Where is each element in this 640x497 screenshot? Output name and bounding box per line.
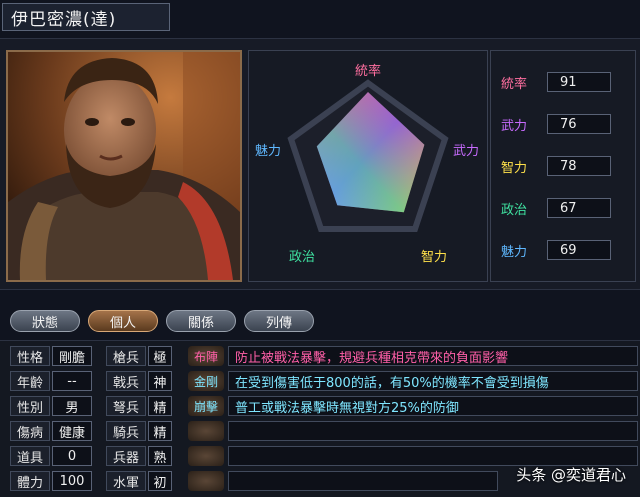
attr-value: 剛膽 <box>52 346 92 366</box>
attr-value: 健康 <box>52 421 92 441</box>
tab-relations[interactable]: 關係 <box>166 310 236 332</box>
attr-value: 100 <box>52 471 92 491</box>
radar-chart-panel: 統率 武力 智力 政治 魅力 <box>248 50 488 282</box>
skill-description-empty <box>228 446 638 466</box>
troop-label: 戟兵 <box>106 371 146 391</box>
officer-name-title: 伊巴密濃(達) <box>2 3 170 31</box>
skill-tag[interactable]: 金剛 <box>188 371 224 391</box>
stat-label-charisma: 魅力 <box>501 244 528 260</box>
troop-rank: 神 <box>148 371 172 391</box>
officer-name: 伊巴密濃(達) <box>11 9 117 30</box>
skill-tag-empty <box>188 446 224 466</box>
stat-value-command: 91 <box>547 72 611 92</box>
troop-label: 水軍 <box>106 471 146 491</box>
troop-label: 騎兵 <box>106 421 146 441</box>
tab-status[interactable]: 狀態 <box>10 310 80 332</box>
troop-rank: 極 <box>148 346 172 366</box>
stat-value-intellect: 78 <box>547 156 611 176</box>
skill-tag[interactable]: 崩擊 <box>188 396 224 416</box>
radar-label-bottom-right: 智力 <box>421 250 447 265</box>
skill-description: 普工或戰法暴擊時無視對方25%的防御 <box>228 396 638 416</box>
stat-row-intellect: 智力 78 <box>501 155 629 177</box>
attr-value: 0 <box>52 446 92 466</box>
troop-rank: 精 <box>148 396 172 416</box>
troop-label: 槍兵 <box>106 346 146 366</box>
skill-description-empty <box>228 471 498 491</box>
officer-portrait <box>6 50 242 282</box>
stats-panel: 統率 91 武力 76 智力 78 政治 67 魅力 69 <box>490 50 636 282</box>
stat-row-command: 統率 91 <box>501 71 629 93</box>
tab-personal[interactable]: 個人 <box>88 310 158 332</box>
skill-tag-empty <box>188 421 224 441</box>
radar-label-top: 統率 <box>355 63 381 79</box>
skill-description-empty <box>228 421 638 441</box>
skill-tag-empty <box>188 471 224 491</box>
skill-tag[interactable]: 布陣 <box>188 346 224 366</box>
attr-label: 性格 <box>10 346 50 366</box>
attr-value: -- <box>52 371 92 391</box>
attr-label: 性別 <box>10 396 50 416</box>
stat-label-war: 武力 <box>501 118 528 134</box>
troop-rank: 精 <box>148 421 172 441</box>
attr-label: 體力 <box>10 471 50 491</box>
troop-rank: 熟 <box>148 446 172 466</box>
troop-rank: 初 <box>148 471 172 491</box>
attr-label: 年齡 <box>10 371 50 391</box>
radar-label-bottom-left: 政治 <box>289 250 315 265</box>
stat-row-charisma: 魅力 69 <box>501 239 629 261</box>
radar-label-left: 魅力 <box>255 144 281 159</box>
tab-biography[interactable]: 列傳 <box>244 310 314 332</box>
radar-label-right: 武力 <box>453 144 479 159</box>
stat-value-charisma: 69 <box>547 240 611 260</box>
stat-row-war: 武力 76 <box>501 113 629 135</box>
attr-label: 道具 <box>10 446 50 466</box>
troop-label: 弩兵 <box>106 396 146 416</box>
attr-label: 傷病 <box>10 421 50 441</box>
stat-label-intellect: 智力 <box>501 160 528 176</box>
stat-value-politics: 67 <box>547 198 611 218</box>
stat-value-war: 76 <box>547 114 611 134</box>
stat-row-politics: 政治 67 <box>501 197 629 219</box>
troop-label: 兵器 <box>106 446 146 466</box>
stat-label-command: 統率 <box>501 76 528 92</box>
skill-description: 防止被戰法暴擊，規避兵種相克帶來的負面影響 <box>228 346 638 366</box>
stat-label-politics: 政治 <box>501 202 528 218</box>
portrait-image <box>8 52 240 280</box>
attr-value: 男 <box>52 396 92 416</box>
watermark-text: 头条 @奕道君心 <box>516 466 626 484</box>
skill-description: 在受到傷害低于800的話，有50%的機率不會受到損傷 <box>228 371 638 391</box>
radar-chart: 統率 武力 智力 政治 魅力 <box>255 63 479 265</box>
